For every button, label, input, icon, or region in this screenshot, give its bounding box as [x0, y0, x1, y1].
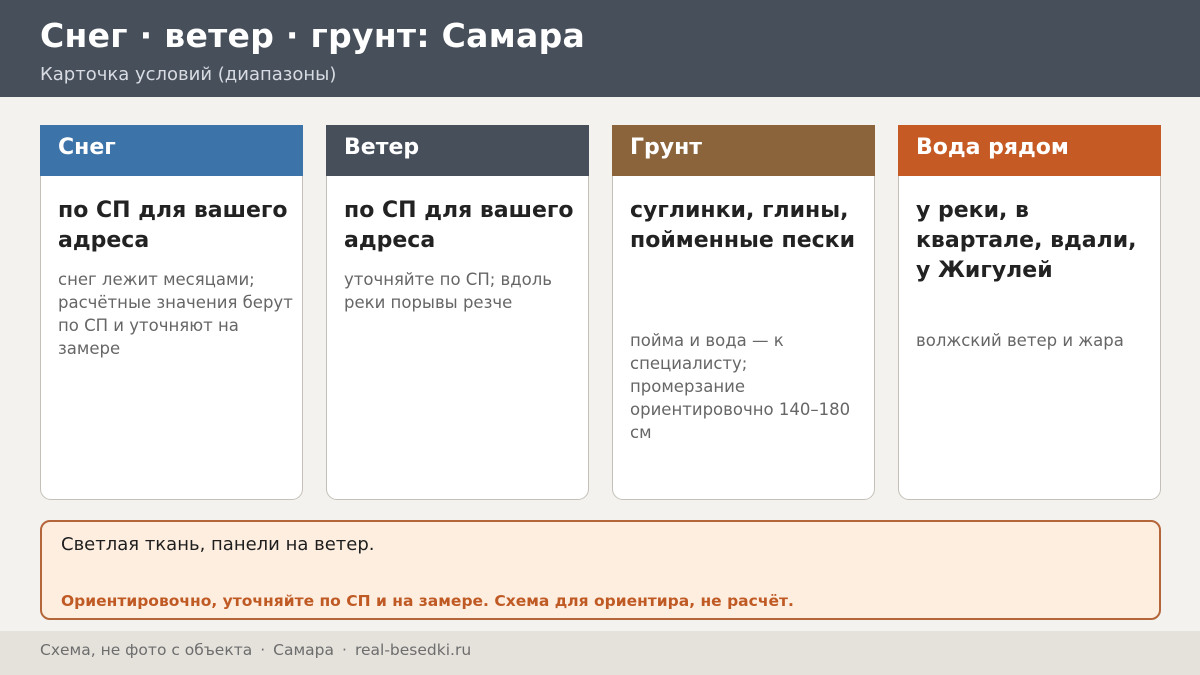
footer-site-link[interactable]: real-besedki.ru — [355, 641, 471, 659]
footer-note: Схема, не фото с объекта — [40, 641, 253, 659]
card-note-text: волжский ветер и жара — [916, 331, 1124, 350]
card-note-text: пойма и вода — к специалисту; промерзани… — [630, 331, 851, 442]
card-header-wind: Ветер — [326, 125, 589, 176]
card-main-text: суглинки, глины, пойменные пески — [630, 198, 856, 253]
footer-bar: Схема, не фото с объекта · Самара · real-bes… — [0, 631, 1200, 675]
header-bar: Снег · ветер · грунт: Самара Карточка ус… — [0, 0, 1200, 97]
card-main-text: по СП для вашего адреса — [58, 198, 288, 253]
card-wind: Ветер по СП для вашего адреса уточняйте … — [326, 125, 589, 500]
card-water: Вода рядом у реки, в квартале, вдали, у … — [898, 125, 1161, 500]
card-main-text: по СП для вашего адреса — [344, 198, 574, 253]
card-note-text: уточняйте по СП; вдоль реки порывы резче — [344, 270, 553, 312]
card-header-snow: Снег — [40, 125, 303, 176]
card-soil: Грунт суглинки, глины, пойменные пески п… — [612, 125, 875, 500]
footer-separator: · — [260, 641, 266, 659]
card-header-water: Вода рядом — [898, 125, 1161, 176]
recommendation-text: Светлая ткань, панели на ветер. — [61, 534, 375, 555]
footer-separator: · — [342, 641, 347, 659]
card-snow: Снег по СП для вашего адреса снег лежит … — [40, 125, 303, 500]
card-main-text: у реки, в квартале, вдали, у Жигулей — [916, 198, 1137, 283]
card-note-text: снег лежит месяцами; расчётные значения … — [58, 270, 293, 358]
page-subtitle: Карточка условий (диапазоны) — [40, 64, 337, 85]
recommendation-box: Светлая ткань, панели на ветер. Ориентир… — [40, 520, 1161, 620]
page-title: Снег · ветер · грунт: Самара — [40, 16, 586, 55]
footer-caption: Схема, не фото с объекта · Самара · real-bes… — [40, 641, 471, 659]
footer-city: Самара — [273, 641, 335, 659]
card-header-soil: Грунт — [612, 125, 875, 176]
disclaimer-text: Ориентировочно, уточняйте по СП и на зам… — [61, 592, 794, 610]
